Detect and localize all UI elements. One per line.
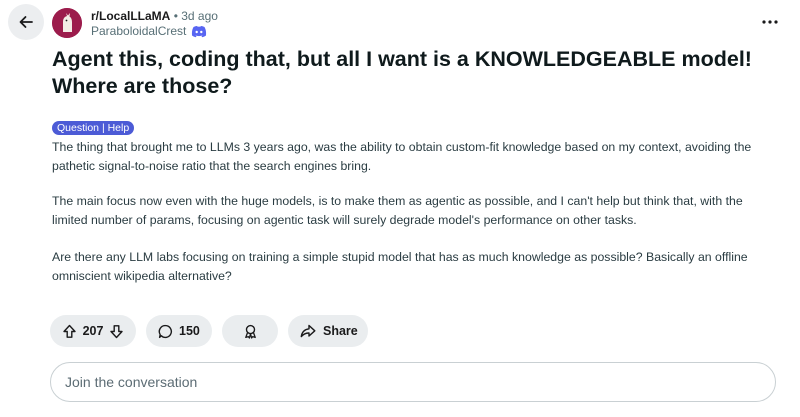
share-label: Share xyxy=(323,324,358,338)
author-name[interactable]: ParaboloidalCrest xyxy=(91,24,186,39)
post-page: r/LocalLLaMA • 3d ago ParaboloidalCrest … xyxy=(0,0,800,417)
comment-count: 150 xyxy=(179,324,200,338)
share-arrow-icon xyxy=(300,324,316,338)
subreddit-name[interactable]: r/LocalLLaMA xyxy=(91,9,170,23)
arrow-left-icon xyxy=(17,13,35,31)
meta-row-subreddit: r/LocalLLaMA • 3d ago xyxy=(91,9,218,24)
meta-row-author: ParaboloidalCrest xyxy=(91,24,218,39)
upvote-button[interactable] xyxy=(62,324,77,339)
discord-icon xyxy=(191,25,207,39)
post-time: 3d ago xyxy=(181,9,218,23)
downvote-button[interactable] xyxy=(109,324,124,339)
post-title: Agent this, coding that, but all I want … xyxy=(52,47,752,98)
post-meta: r/LocalLLaMA • 3d ago ParaboloidalCrest xyxy=(91,9,218,39)
post-paragraph: Are there any LLM labs focusing on train… xyxy=(52,250,748,283)
llama-avatar-icon xyxy=(52,8,82,38)
subreddit-avatar[interactable] xyxy=(52,8,82,38)
award-icon xyxy=(243,324,258,339)
comment-input[interactable] xyxy=(50,362,776,402)
speech-bubble-icon xyxy=(158,324,173,339)
comments-button[interactable]: 150 xyxy=(146,315,212,347)
arrow-down-icon xyxy=(110,324,123,338)
share-button[interactable]: Share xyxy=(288,315,368,347)
vote-control: 207 xyxy=(50,315,136,347)
vote-count: 207 xyxy=(82,324,104,338)
post-actions: 207 150 Share xyxy=(50,315,368,347)
post-paragraph: The thing that brought me to LLMs 3 year… xyxy=(52,140,752,173)
post-flair[interactable]: Question | Help xyxy=(52,121,135,135)
meta-separator: • xyxy=(173,9,178,23)
more-horizontal-icon[interactable] xyxy=(758,10,782,34)
post-paragraph: The main focus now even with the huge mo… xyxy=(52,194,743,227)
arrow-up-icon xyxy=(63,324,76,338)
back-button[interactable] xyxy=(8,4,44,40)
award-button[interactable] xyxy=(222,315,278,347)
